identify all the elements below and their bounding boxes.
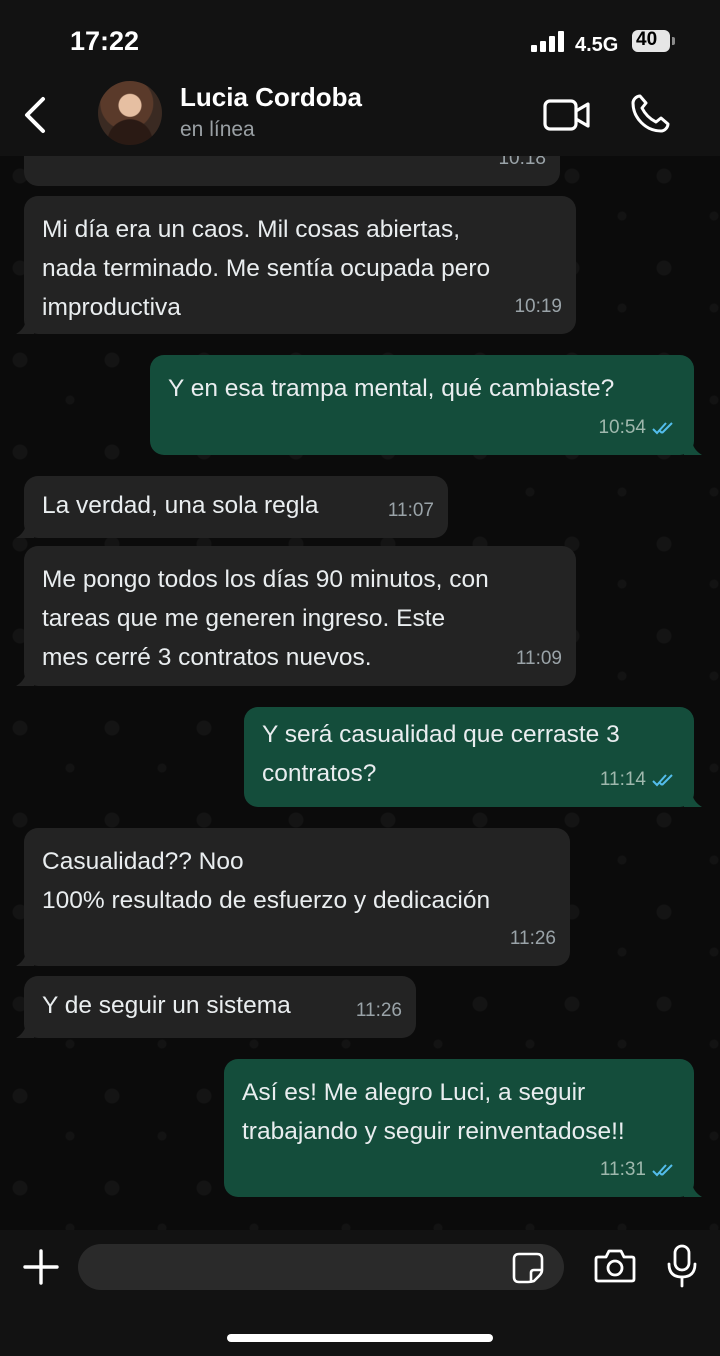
message-time: 10:54 xyxy=(598,417,646,438)
message-text: Casualidad?? Noo 100% resultado de esfue… xyxy=(42,848,491,914)
message-meta: 11:31 xyxy=(600,1150,680,1189)
bubble-tail xyxy=(16,950,34,966)
message-incoming[interactable]: Mi día era un caos. Mil cosas abiertas, … xyxy=(16,196,576,334)
network-type: 4.5G xyxy=(575,34,619,56)
bubble-tail xyxy=(684,1181,702,1197)
double-check-icon xyxy=(652,1163,673,1176)
message-time: 11:07 xyxy=(387,500,434,521)
video-call-button[interactable] xyxy=(542,96,592,134)
bubble-tail xyxy=(684,439,702,455)
microphone-icon xyxy=(667,1244,697,1288)
status-bar: 17:22 4.5G 40 xyxy=(0,0,720,78)
message-incoming[interactable]: Me pongo todos los días 90 minutos, con … xyxy=(16,546,576,686)
mic-button[interactable] xyxy=(666,1244,698,1288)
message-time: 10:18 xyxy=(498,156,546,169)
chat-messages[interactable]: 10:18 Mi día era un caos. Mil cosas abie… xyxy=(0,156,720,1230)
message-outgoing[interactable]: Y en esa trampa mental, qué cambiaste? 1… xyxy=(150,355,702,455)
bubble-tail xyxy=(16,522,34,538)
camera-icon xyxy=(594,1249,636,1283)
message-meta: 10:54 xyxy=(598,408,680,447)
double-check-icon xyxy=(652,773,673,786)
bubble-tail xyxy=(16,1022,34,1038)
message-time: 11:26 xyxy=(509,928,556,949)
message-text: La verdad, una sola regla xyxy=(42,492,319,519)
battery-icon: 40 xyxy=(632,29,670,52)
voice-call-button[interactable] xyxy=(628,92,672,136)
message-text: Me pongo todos los días 90 minutos, con … xyxy=(42,566,489,671)
message-meta: 11:14 xyxy=(600,760,680,799)
message-outgoing[interactable]: Así es! Me alegro Luci, a seguir trabaja… xyxy=(224,1059,702,1197)
avatar[interactable] xyxy=(98,81,162,145)
message-meta: 10:19 xyxy=(514,287,562,326)
message-incoming[interactable]: La verdad, una sola regla 11:07 xyxy=(16,476,448,538)
back-button[interactable] xyxy=(16,92,56,138)
bubble-tail xyxy=(16,318,34,334)
phone-icon xyxy=(631,94,670,133)
message-meta: 11:26 xyxy=(356,991,402,1030)
input-bar xyxy=(0,1230,720,1356)
message-incoming[interactable]: 10:18 xyxy=(24,156,560,186)
message-incoming[interactable]: Casualidad?? Noo 100% resultado de esfue… xyxy=(16,828,570,966)
chat-header: Lucia Cordoba en línea xyxy=(0,78,720,156)
message-meta: 11:26 xyxy=(510,919,556,958)
message-meta: 11:07 xyxy=(388,491,434,530)
bubble-tail xyxy=(684,791,702,807)
message-text: Y en esa trampa mental, qué cambiaste? xyxy=(168,375,615,402)
message-text: Y de seguir un sistema xyxy=(42,992,291,1019)
chevron-left-icon xyxy=(25,97,45,133)
message-text: Así es! Me alegro Luci, a seguir trabaja… xyxy=(242,1079,625,1145)
home-indicator[interactable] xyxy=(227,1334,493,1342)
message-time: 11:14 xyxy=(599,769,646,790)
contact-name[interactable]: Lucia Cordoba xyxy=(180,82,362,113)
message-time: 11:26 xyxy=(355,1000,402,1021)
message-time: 10:19 xyxy=(514,296,562,317)
message-incoming[interactable]: Y de seguir un sistema 11:26 xyxy=(16,976,416,1038)
battery-tip xyxy=(672,37,675,45)
camera-button[interactable] xyxy=(594,1248,636,1284)
contact-status: en línea xyxy=(180,118,255,141)
message-meta: 11:09 xyxy=(516,639,562,678)
plus-icon xyxy=(23,1249,59,1285)
message-time: 11:31 xyxy=(599,1159,646,1180)
attach-button[interactable] xyxy=(22,1248,60,1286)
message-outgoing[interactable]: Y será casualidad que cerraste 3 contrat… xyxy=(244,707,702,807)
status-time: 17:22 xyxy=(70,26,140,56)
message-input[interactable] xyxy=(78,1244,564,1290)
battery-level: 40 xyxy=(636,29,658,50)
message-text: Mi día era un caos. Mil cosas abiertas, … xyxy=(42,216,491,321)
message-meta: 10:18 xyxy=(498,156,546,178)
video-camera-icon xyxy=(543,99,590,131)
signal-icon xyxy=(531,30,567,52)
message-time: 11:09 xyxy=(515,648,562,669)
bubble-tail xyxy=(16,670,34,686)
double-check-icon xyxy=(652,421,673,434)
sticker-button[interactable] xyxy=(512,1252,544,1284)
sticker-icon xyxy=(512,1252,544,1284)
